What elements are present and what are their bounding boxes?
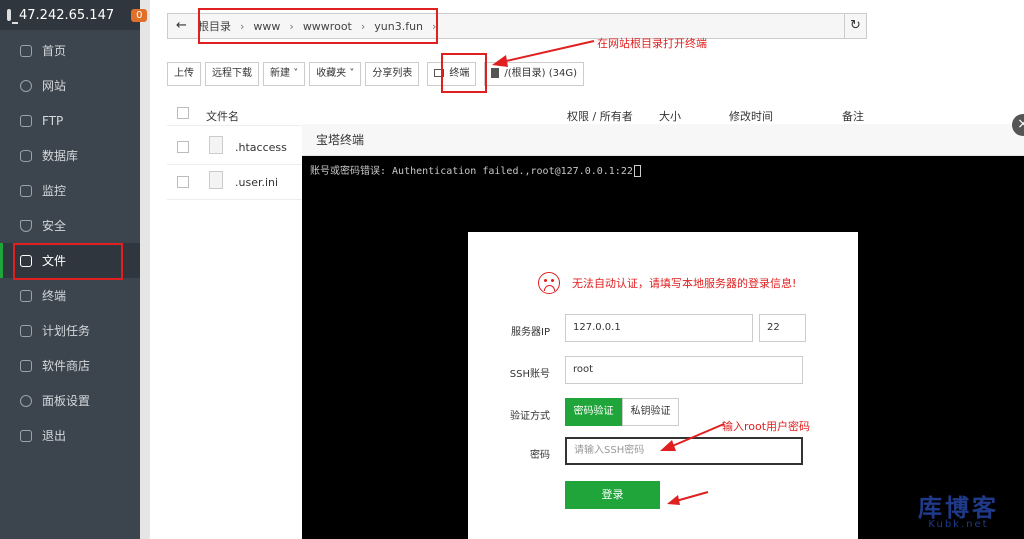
error-message: 无法自动认证，请填写本地服务器的登录信息!	[538, 272, 796, 294]
column-mtime[interactable]: 修改时间	[729, 108, 773, 124]
chevron-down-icon: ˅	[293, 68, 299, 79]
disk-button-label: /(根目录) (34G)	[504, 68, 578, 79]
sidebar-item-label: 监控	[42, 184, 67, 198]
logout-icon	[20, 429, 32, 442]
file-name[interactable]: .htaccess	[235, 141, 287, 154]
upload-button[interactable]: 上传	[167, 62, 201, 86]
server-ip-label: 服务器IP	[511, 327, 550, 338]
sidebar-item-label: 终端	[42, 289, 67, 303]
file-name[interactable]: .user.ini	[235, 176, 278, 189]
sidebar-item-label: 安全	[42, 219, 67, 233]
column-perm[interactable]: 权限 / 所有者	[567, 108, 633, 124]
terminal-cursor	[633, 165, 641, 177]
terminal-icon	[20, 289, 32, 302]
auth-method-label: 验证方式	[510, 411, 550, 422]
notification-badge[interactable]: 0	[131, 8, 148, 22]
server-ip-input[interactable]: 127.0.0.1	[565, 314, 753, 342]
port-input[interactable]: 22	[759, 314, 806, 342]
monitor-icon	[20, 184, 32, 197]
sidebar-item-label: 退出	[42, 429, 67, 443]
row-checkbox[interactable]	[177, 141, 189, 153]
select-all-checkbox[interactable]	[177, 107, 189, 119]
share-list-button[interactable]: 分享列表	[365, 62, 420, 86]
annotation-enter-password: 输入root用户密码	[722, 420, 811, 433]
server-ip: 47.242.65.147	[19, 7, 115, 23]
sidebar-item-database[interactable]: 数据库	[0, 138, 140, 173]
terminal-error-line: 账号或密码错误: Authentication failed.,root@127…	[310, 166, 633, 177]
globe-icon	[20, 79, 32, 92]
shield-icon	[20, 219, 32, 232]
database-icon	[20, 149, 32, 162]
disk-icon	[491, 68, 500, 78]
watermark-url: Kubk.net	[928, 519, 989, 530]
watermark-title: 库博客	[918, 494, 999, 522]
highlight-terminal-button	[441, 53, 487, 93]
sidebar-item-home[interactable]: 首页	[0, 33, 140, 68]
sidebar-item-settings[interactable]: 面板设置	[0, 383, 140, 418]
sidebar-item-cron[interactable]: 计划任务	[0, 313, 140, 348]
ssh-user-label: SSH账号	[509, 369, 550, 380]
sidebar-item-label: 计划任务	[42, 324, 91, 338]
home-icon	[20, 44, 32, 57]
highlight-files-nav	[13, 243, 123, 280]
sidebar-item-security[interactable]: 安全	[0, 208, 140, 243]
terminal-title: 宝塔终端	[302, 124, 1024, 156]
new-button[interactable]: 新建 ˅	[263, 62, 306, 86]
file-icon	[209, 171, 223, 189]
column-size[interactable]: 大小	[659, 108, 681, 124]
ssh-login-dialog: 无法自动认证，请填写本地服务器的登录信息! 服务器IP 127.0.0.1 22…	[468, 232, 858, 539]
annotation-arrow	[660, 423, 725, 451]
monitor-icon	[7, 9, 18, 24]
highlight-breadcrumb	[198, 8, 438, 44]
annotation-arrow	[667, 491, 709, 505]
annotation-open-terminal: 在网站根目录打开终端	[597, 37, 707, 50]
remote-download-button[interactable]: 远程下载	[205, 62, 259, 86]
new-button-label: 新建	[270, 68, 290, 79]
sidebar-item-logout[interactable]: 退出	[0, 418, 140, 453]
favorites-button-label: 收藏夹	[316, 68, 347, 79]
ssh-user-input[interactable]: root	[565, 356, 803, 384]
server-header: 47.242.65.147 0	[0, 0, 148, 30]
auth-password-tab[interactable]: 密码验证	[565, 398, 622, 426]
file-icon	[209, 136, 223, 154]
password-label: 密码	[530, 450, 550, 461]
terminal-output: 账号或密码错误: Authentication failed.,root@127…	[310, 162, 641, 177]
sidebar-item-label: 面板设置	[42, 394, 91, 408]
login-button[interactable]: 登录	[565, 481, 660, 509]
watermark: 库博客 Kubk.net	[918, 488, 999, 530]
sidebar-item-website[interactable]: 网站	[0, 68, 140, 103]
column-name[interactable]: 文件名	[206, 108, 239, 124]
sidebar-item-label: 软件商店	[42, 359, 91, 373]
refresh-icon[interactable]: ↻	[844, 14, 866, 38]
sad-face-icon	[538, 272, 560, 294]
calendar-icon	[20, 324, 32, 337]
gear-icon	[20, 394, 32, 407]
back-arrow-icon[interactable]: ←	[176, 18, 187, 33]
sidebar-item-ftp[interactable]: FTP	[0, 103, 140, 138]
grid-icon	[20, 359, 32, 372]
annotation-arrow	[492, 40, 595, 67]
sidebar-item-label: 数据库	[42, 149, 79, 163]
sidebar-item-label: 网站	[42, 79, 67, 93]
sidebar-item-store[interactable]: 软件商店	[0, 348, 140, 383]
sidebar-item-label: FTP	[42, 113, 64, 128]
sidebar-item-terminal[interactable]: 终端	[0, 278, 140, 313]
error-message-text: 无法自动认证，请填写本地服务器的登录信息!	[572, 277, 797, 290]
favorites-button[interactable]: 收藏夹 ˅	[309, 62, 362, 86]
column-note[interactable]: 备注	[842, 108, 864, 124]
chevron-down-icon: ˅	[349, 68, 355, 79]
row-checkbox[interactable]	[177, 176, 189, 188]
sidebar-item-label: 首页	[42, 44, 67, 58]
ftp-icon	[20, 114, 32, 127]
table-header: 文件名 权限 / 所有者 大小 修改时间 备注	[167, 104, 1024, 126]
sidebar-item-monitor[interactable]: 监控	[0, 173, 140, 208]
